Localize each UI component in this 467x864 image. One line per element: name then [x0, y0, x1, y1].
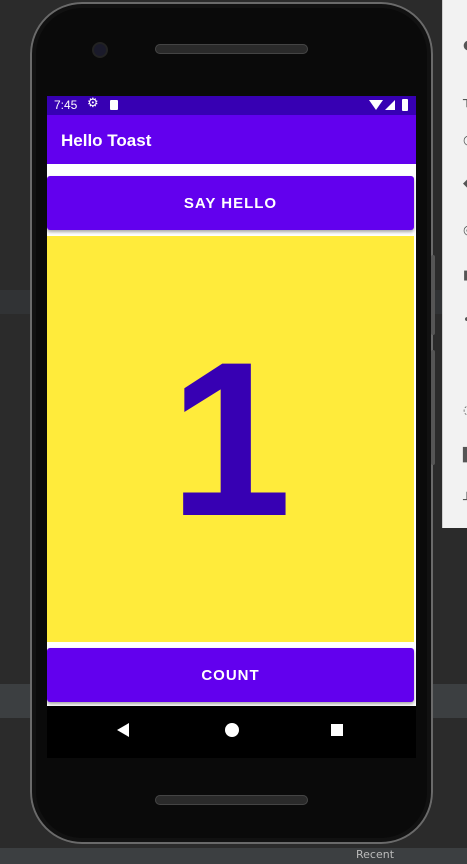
home-icon[interactable]: [225, 723, 239, 737]
power-button[interactable]: [431, 255, 435, 335]
palette-tool-icon[interactable]: ┘: [463, 494, 467, 507]
palette-tool-icon[interactable]: ◎: [463, 224, 467, 237]
app-bar: Hello Toast: [47, 115, 416, 164]
bottom-speaker: [155, 795, 308, 805]
wifi-icon: [369, 100, 383, 110]
recent-label[interactable]: Recent: [356, 848, 394, 861]
volume-rocker[interactable]: [431, 350, 435, 465]
palette-tool-icon[interactable]: ▌: [463, 449, 467, 462]
palette-tool-icon[interactable]: ■: [463, 269, 467, 282]
count-button[interactable]: COUNT: [47, 648, 414, 702]
signal-icon: [385, 100, 395, 110]
app-title: Hello Toast: [61, 131, 152, 150]
palette-tool-icon[interactable]: ◆: [463, 177, 467, 190]
say-hello-button[interactable]: SAY HELLO: [47, 176, 414, 230]
recents-icon[interactable]: [331, 724, 343, 736]
palette-tool-icon[interactable]: •: [463, 314, 467, 327]
device-screen: 7:45 ⚙ Hello Toast SAY HELLO 1 COUNT: [47, 96, 416, 758]
layout-palette-panel: ● ┬ ○ ◆ ◎ ■ • ◌ ▌ ┘: [442, 0, 467, 528]
navigation-bar: [47, 706, 416, 758]
sd-card-icon: [110, 100, 118, 110]
palette-tool-icon[interactable]: ○: [463, 134, 467, 147]
status-bar: 7:45 ⚙: [47, 96, 416, 115]
front-camera-icon: [94, 44, 106, 56]
back-icon[interactable]: [117, 723, 129, 737]
battery-icon: [402, 99, 408, 111]
palette-tool-icon[interactable]: ┬: [463, 94, 467, 107]
status-time: 7:45: [54, 98, 78, 112]
palette-tool-icon[interactable]: ●: [463, 39, 467, 52]
earpiece-speaker: [155, 44, 308, 54]
ide-status-strip: Recent: [0, 848, 467, 864]
count-value: 1: [169, 316, 292, 562]
gear-icon: ⚙: [87, 96, 99, 111]
count-display: 1: [47, 236, 414, 642]
palette-tool-icon[interactable]: ◌: [463, 404, 467, 417]
